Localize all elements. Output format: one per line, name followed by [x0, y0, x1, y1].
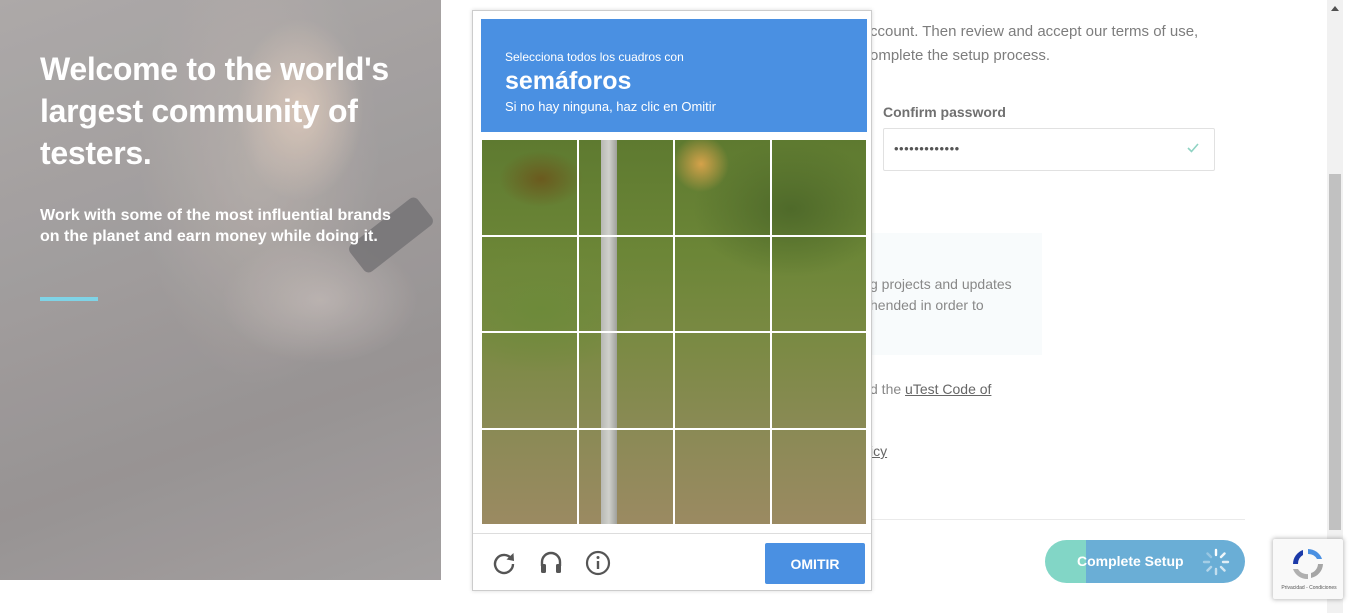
captcha-tile[interactable]: [770, 428, 867, 525]
intro-line-2: omplete the setup process.: [870, 47, 1051, 64]
scroll-thumb[interactable]: [1329, 174, 1341, 530]
form-divider: [870, 519, 1245, 520]
captcha-target: semáforos: [505, 67, 632, 95]
info-icon[interactable]: [585, 550, 611, 576]
hero-divider: [40, 297, 98, 301]
complete-setup-button[interactable]: Complete Setup: [1045, 540, 1245, 583]
intro-line-1: ccount. Then review and accept our terms…: [870, 23, 1199, 40]
reload-icon[interactable]: [491, 550, 517, 576]
captcha-tile[interactable]: [577, 428, 674, 525]
captcha-tile[interactable]: [481, 235, 578, 332]
captcha-tile[interactable]: [770, 139, 867, 236]
confirm-password-label: Confirm password: [883, 104, 1006, 120]
confirm-password-field[interactable]: •••••••••••••: [883, 128, 1215, 171]
captcha-tile[interactable]: [674, 428, 771, 525]
recaptcha-legal[interactable]: Privacidad - Condiciones: [1277, 585, 1341, 591]
captcha-tile[interactable]: [481, 332, 578, 429]
captcha-tile[interactable]: [577, 332, 674, 429]
captcha-header: Selecciona todos los cuadros con semáfor…: [481, 19, 867, 132]
recaptcha-logo-icon: [1293, 549, 1323, 580]
check-icon: [1187, 143, 1199, 153]
captcha-instruction: Selecciona todos los cuadros con: [505, 50, 684, 64]
spinner-icon: [1202, 548, 1230, 576]
terms-text: d the uTest Code of: [870, 379, 991, 399]
info-text: g projects and updates hended in order t…: [870, 276, 1012, 313]
code-of-conduct-link[interactable]: uTest Code of: [905, 381, 991, 397]
captcha-tile[interactable]: [770, 235, 867, 332]
captcha-tile[interactable]: [770, 332, 867, 429]
captcha-tile[interactable]: [577, 235, 674, 332]
hero-title: Welcome to the world's largest community…: [40, 51, 389, 171]
captcha-subtext: Si no hay ninguna, haz clic en Omitir: [505, 99, 716, 114]
terms-prefix: d the: [870, 381, 906, 397]
privacy-policy-link[interactable]: icy: [870, 443, 887, 459]
captcha-tile[interactable]: [481, 428, 578, 525]
audio-challenge-icon[interactable]: [538, 550, 564, 576]
page-scrollbar[interactable]: [1327, 0, 1343, 613]
captcha-tile[interactable]: [577, 139, 674, 236]
complete-setup-label: Complete Setup: [1077, 553, 1184, 569]
captcha-footer: OMITIR: [473, 533, 871, 591]
hero-subtitle: Work with some of the most influential b…: [40, 207, 391, 245]
scroll-up-icon[interactable]: [1327, 0, 1343, 17]
captcha-challenge: Selecciona todos los cuadros con semáfor…: [472, 10, 872, 591]
skip-button[interactable]: OMITIR: [765, 543, 865, 584]
captcha-tile[interactable]: [674, 332, 771, 429]
captcha-image-grid: [481, 139, 867, 525]
captcha-tile[interactable]: [674, 139, 771, 236]
hero-panel: Welcome to the world's largest community…: [0, 0, 441, 580]
confirm-password-value: •••••••••••••: [894, 141, 960, 156]
recaptcha-badge[interactable]: Privacidad - Condiciones: [1273, 539, 1343, 599]
captcha-tile[interactable]: [481, 139, 578, 236]
captcha-tile[interactable]: [674, 235, 771, 332]
form-intro: ccount. Then review and accept our terms…: [870, 20, 1198, 68]
